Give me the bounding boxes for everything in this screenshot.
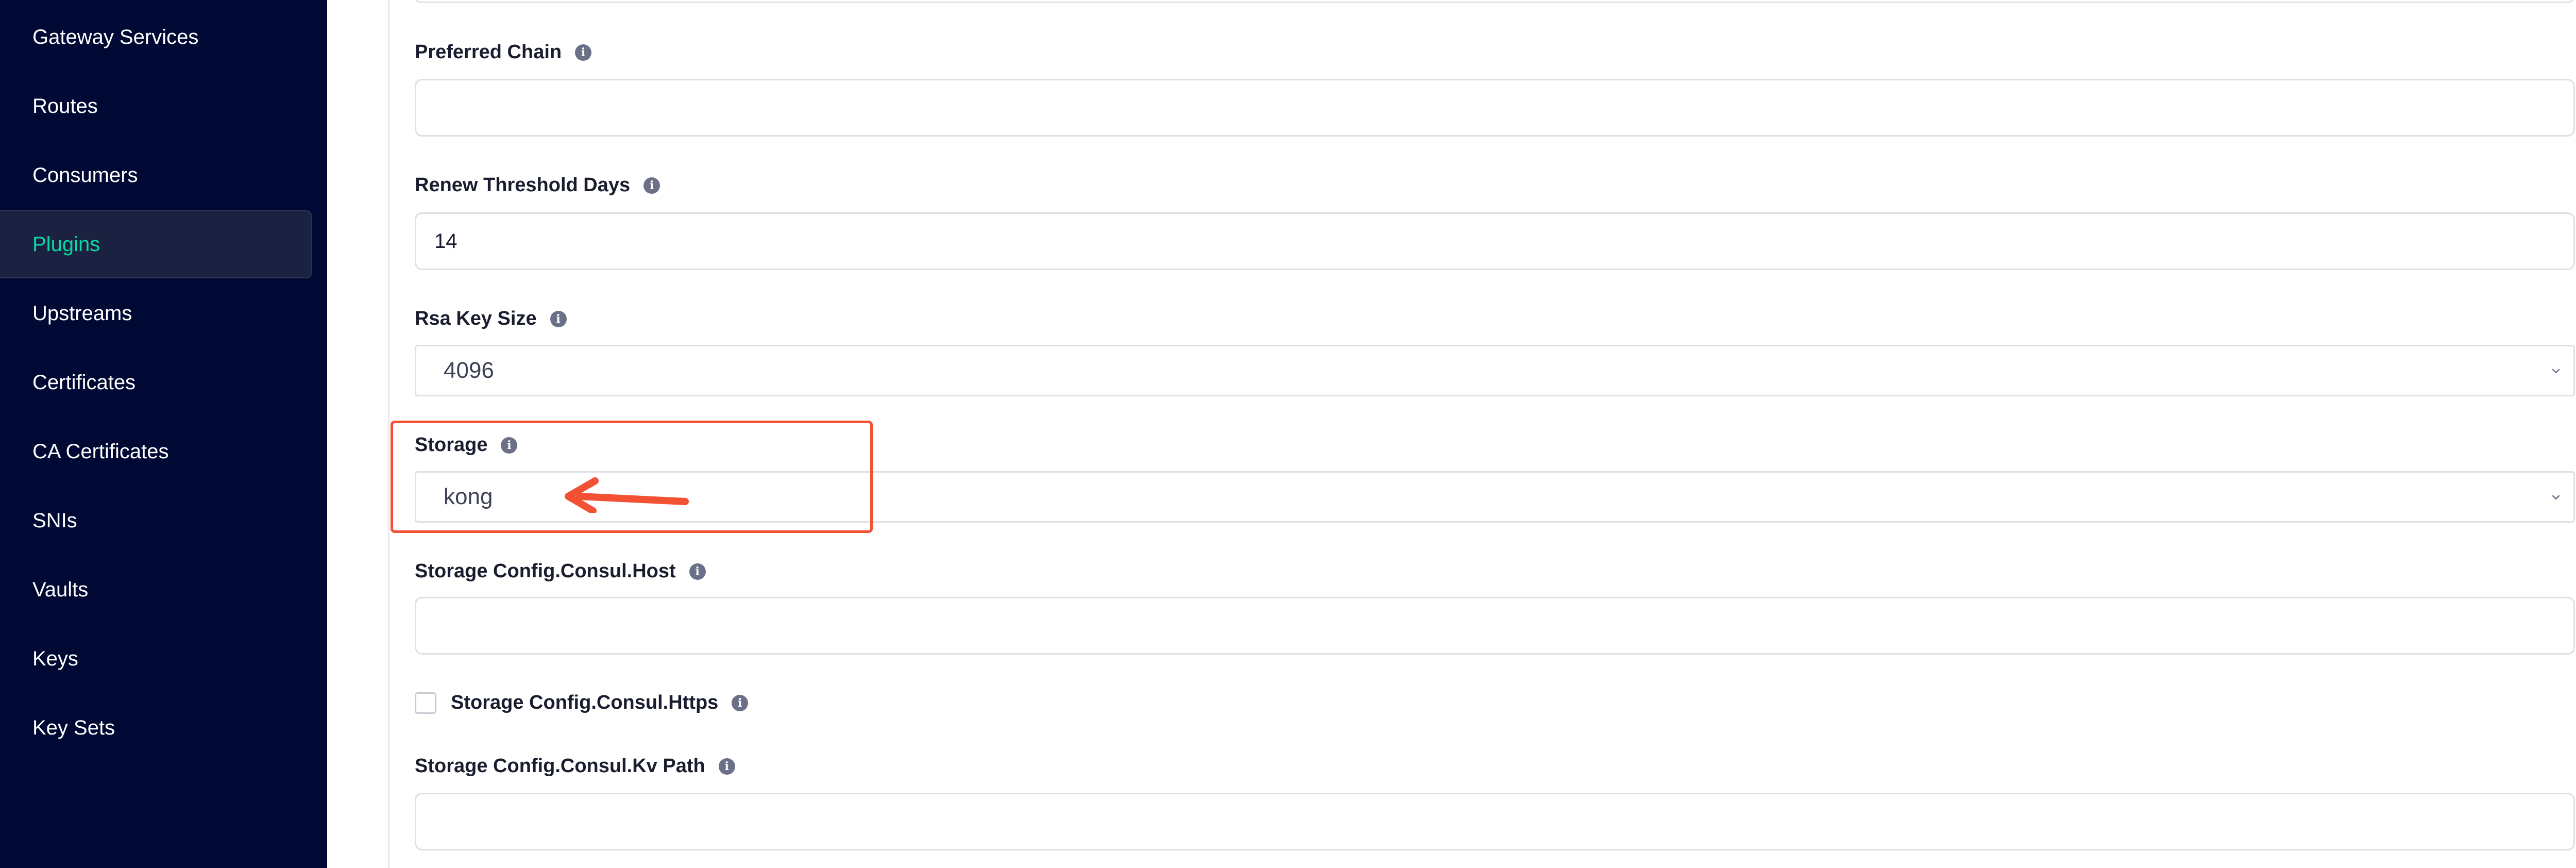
sidebar-item-label: CA Certificates [32,440,169,463]
sidebar-item-upstreams[interactable]: Upstreams [0,279,314,347]
consul-kv-path-label: Storage Config.Consul.Kv Path i [415,755,735,777]
rsa-key-size-value: 4096 [444,358,494,383]
sidebar-item-label: Plugins [32,232,100,256]
sidebar-item-routes[interactable]: Routes [0,72,314,140]
previous-field-input[interactable] [414,0,2575,3]
sidebar-item-label: Routes [32,94,98,118]
chevron-down-icon [2552,369,2560,374]
consul-host-label-text: Storage Config.Consul.Host [415,560,676,582]
rsa-key-size-label-text: Rsa Key Size [415,308,537,329]
sidebar-item-plugins[interactable]: Plugins [0,210,312,278]
info-icon[interactable]: i [732,694,749,711]
preferred-chain-label-text: Preferred Chain [415,41,562,63]
info-icon[interactable]: i [718,758,735,775]
consul-kv-path-input[interactable] [415,793,2575,850]
consul-host-label: Storage Config.Consul.Host i [415,560,706,582]
info-icon[interactable]: i [550,310,567,327]
rsa-key-size-label: Rsa Key Size i [415,308,567,330]
sidebar-item-keys[interactable]: Keys [0,625,314,693]
sidebar-item-vaults[interactable]: Vaults [0,556,314,624]
sidebar-item-label: Vaults [32,578,89,601]
sidebar-item-label: Upstreams [32,302,132,325]
sidebar-item-certificates[interactable]: Certificates [0,348,314,416]
consul-https-row: Storage Config.Consul.Https i [415,692,749,714]
consul-host-input[interactable] [415,597,2575,655]
consul-https-label: Storage Config.Consul.Https [451,692,719,713]
arrow-left-icon [565,477,689,513]
renew-threshold-days-label: Renew Threshold Days i [415,174,660,196]
renew-threshold-days-label-text: Renew Threshold Days [415,174,631,196]
sidebar-item-consumers[interactable]: Consumers [0,141,314,209]
sidebar-item-ca-certificates[interactable]: CA Certificates [0,418,314,486]
consul-kv-path-label-text: Storage Config.Consul.Kv Path [415,755,705,777]
preferred-chain-input[interactable] [415,79,2575,137]
sidebar-item-snis[interactable]: SNIs [0,487,314,555]
consul-https-checkbox[interactable] [415,692,436,714]
rsa-key-size-select[interactable]: 4096 [415,345,2575,396]
sidebar-item-label: SNIs [32,509,77,532]
chevron-down-icon [2552,495,2560,500]
sidebar-item-label: Consumers [32,163,138,187]
preferred-chain-label: Preferred Chain i [415,41,592,63]
sidebar-item-key-sets[interactable]: Key Sets [0,694,314,762]
sidebar-item-label: Key Sets [32,716,115,739]
sidebar-item-label: Gateway Services [32,25,199,48]
sidebar-item-label: Keys [32,647,78,670]
renew-threshold-days-value: 14 [434,229,457,253]
sidebar: Gateway Services Routes Consumers Plugin… [0,0,327,868]
info-icon[interactable]: i [689,563,706,580]
info-icon[interactable]: i [575,44,592,61]
renew-threshold-days-input[interactable]: 14 [415,212,2575,270]
sidebar-item-label: Certificates [32,371,136,394]
sidebar-item-gateway-services[interactable]: Gateway Services [0,3,314,71]
info-icon[interactable]: i [643,177,660,194]
